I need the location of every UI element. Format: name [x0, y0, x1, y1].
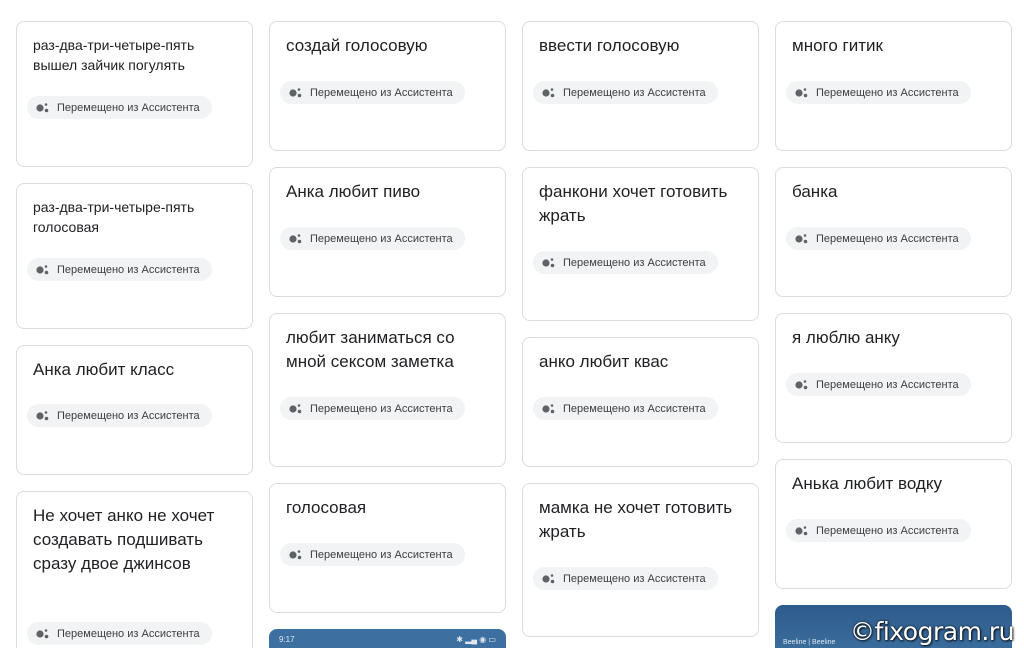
assistant-chip[interactable]: Перемещено из Ассистента: [533, 397, 718, 420]
assistant-icon: [542, 403, 555, 413]
note-card[interactable]: Не хочет анко не хочет создавать подшива…: [16, 491, 253, 648]
assistant-chip[interactable]: Перемещено из Ассистента: [533, 567, 718, 590]
note-card[interactable]: много гитик Перемещено из Ассистента: [775, 21, 1012, 151]
chip-label: Перемещено из Ассистента: [57, 627, 200, 640]
assistant-icon: [36, 264, 49, 274]
chip-label: Перемещено из Ассистента: [563, 256, 706, 269]
note-title: банка: [792, 182, 838, 201]
note-card[interactable]: анко любит квас Перемещено из Ассистента: [522, 337, 759, 467]
note-card[interactable]: голосовая Перемещено из Ассистента: [269, 483, 506, 613]
note-card[interactable]: раз-два-три-четыре-пять голосовая Переме…: [16, 183, 253, 329]
screenshot-thumbnail[interactable]: 9:17 ✱ ▂▄ ◉ ▭: [269, 629, 506, 648]
assistant-chip[interactable]: Перемещено из Ассистента: [27, 258, 212, 281]
chip-label: Перемещено из Ассистента: [310, 232, 453, 245]
note-card[interactable]: Анька любит водку Перемещено из Ассистен…: [775, 459, 1012, 589]
note-title: фанкони хочет готовить жрать: [539, 182, 728, 225]
note-card[interactable]: раз-два-три-четыре-пять вышел зайчик пог…: [16, 21, 253, 167]
assistant-icon: [289, 233, 302, 243]
assistant-chip[interactable]: Перемещено из Ассистента: [786, 519, 971, 542]
note-title: мамка не хочет готовить жрать: [539, 498, 733, 541]
note-card[interactable]: любит заниматься со мной сексом заметка …: [269, 313, 506, 467]
chip-label: Перемещено из Ассистента: [57, 101, 200, 114]
note-title: много гитик: [792, 36, 883, 55]
assistant-chip[interactable]: Перемещено из Ассистента: [786, 373, 971, 396]
watermark: ©fixogram.ru: [850, 617, 1014, 646]
note-title: раз-два-три-четыре-пять вышел зайчик пог…: [33, 37, 195, 73]
assistant-icon: [36, 628, 49, 638]
phone-status-bar: 9:17 ✱ ▂▄ ◉ ▭: [269, 629, 506, 648]
chip-label: Перемещено из Ассистента: [310, 86, 453, 99]
note-title: я люблю анку: [792, 328, 900, 347]
assistant-chip[interactable]: Перемещено из Ассистента: [280, 397, 465, 420]
assistant-chip[interactable]: Перемещено из Ассистента: [280, 81, 465, 104]
note-card[interactable]: банка Перемещено из Ассистента: [775, 167, 1012, 297]
chip-label: Перемещено из Ассистента: [816, 378, 959, 391]
note-title: Не хочет анко не хочет создавать подшива…: [33, 506, 215, 573]
assistant-icon: [289, 403, 302, 413]
assistant-icon: [795, 525, 808, 535]
note-title: создай голосовую: [286, 36, 428, 55]
chip-label: Перемещено из Ассистента: [57, 263, 200, 276]
assistant-icon: [795, 233, 808, 243]
chip-label: Перемещено из Ассистента: [816, 232, 959, 245]
note-title: голосовая: [286, 498, 367, 517]
assistant-icon: [795, 87, 808, 97]
note-card[interactable]: Анка любит пиво Перемещено из Ассистента: [269, 167, 506, 297]
assistant-chip[interactable]: Перемещено из Ассистента: [786, 81, 971, 104]
assistant-icon: [542, 257, 555, 267]
assistant-chip[interactable]: Перемещено из Ассистента: [280, 227, 465, 250]
assistant-icon: [289, 87, 302, 97]
note-title: Анка любит пиво: [286, 182, 421, 201]
chip-label: Перемещено из Ассистента: [563, 572, 706, 585]
note-card[interactable]: создай голосовую Перемещено из Ассистент…: [269, 21, 506, 151]
assistant-chip[interactable]: Перемещено из Ассистента: [27, 404, 212, 427]
assistant-icon: [542, 87, 555, 97]
note-card[interactable]: я люблю анку Перемещено из Ассистента: [775, 313, 1012, 443]
assistant-icon: [36, 102, 49, 112]
assistant-chip[interactable]: Перемещено из Ассистента: [27, 622, 212, 645]
status-time: 9:17: [279, 635, 295, 644]
assistant-icon: [36, 410, 49, 420]
note-title: анко любит квас: [539, 352, 669, 371]
chip-label: Перемещено из Ассистента: [310, 548, 453, 561]
chip-label: Перемещено из Ассистента: [310, 402, 453, 415]
beeline-label: Beeline | Beeline: [783, 639, 836, 646]
assistant-icon: [795, 379, 808, 389]
note-title: Анька любит водку: [792, 474, 942, 493]
note-title: раз-два-три-четыре-пять голосовая: [33, 199, 195, 235]
note-card[interactable]: фанкони хочет готовить жрать Перемещено …: [522, 167, 759, 321]
note-title: любит заниматься со мной сексом заметка: [286, 328, 455, 371]
note-card[interactable]: мамка не хочет готовить жрать Перемещено…: [522, 483, 759, 637]
note-card[interactable]: Анка любит класс Перемещено из Ассистент…: [16, 345, 253, 475]
chip-label: Перемещено из Ассистента: [816, 524, 959, 537]
chip-label: Перемещено из Ассистента: [563, 86, 706, 99]
note-card[interactable]: ввести голосовую Перемещено из Ассистент…: [522, 21, 759, 151]
chip-label: Перемещено из Ассистента: [816, 86, 959, 99]
chip-label: Перемещено из Ассистента: [563, 402, 706, 415]
note-title: Анка любит класс: [33, 360, 175, 379]
chip-label: Перемещено из Ассистента: [57, 409, 200, 422]
status-icons: ✱ ▂▄ ◉ ▭: [456, 635, 496, 644]
assistant-chip[interactable]: Перемещено из Ассистента: [533, 81, 718, 104]
assistant-chip[interactable]: Перемещено из Ассистента: [786, 227, 971, 250]
assistant-chip[interactable]: Перемещено из Ассистента: [533, 251, 718, 274]
assistant-chip[interactable]: Перемещено из Ассистента: [280, 543, 465, 566]
assistant-chip[interactable]: Перемещено из Ассистента: [27, 96, 212, 119]
assistant-icon: [289, 549, 302, 559]
assistant-icon: [542, 573, 555, 583]
note-title: ввести голосовую: [539, 36, 680, 55]
